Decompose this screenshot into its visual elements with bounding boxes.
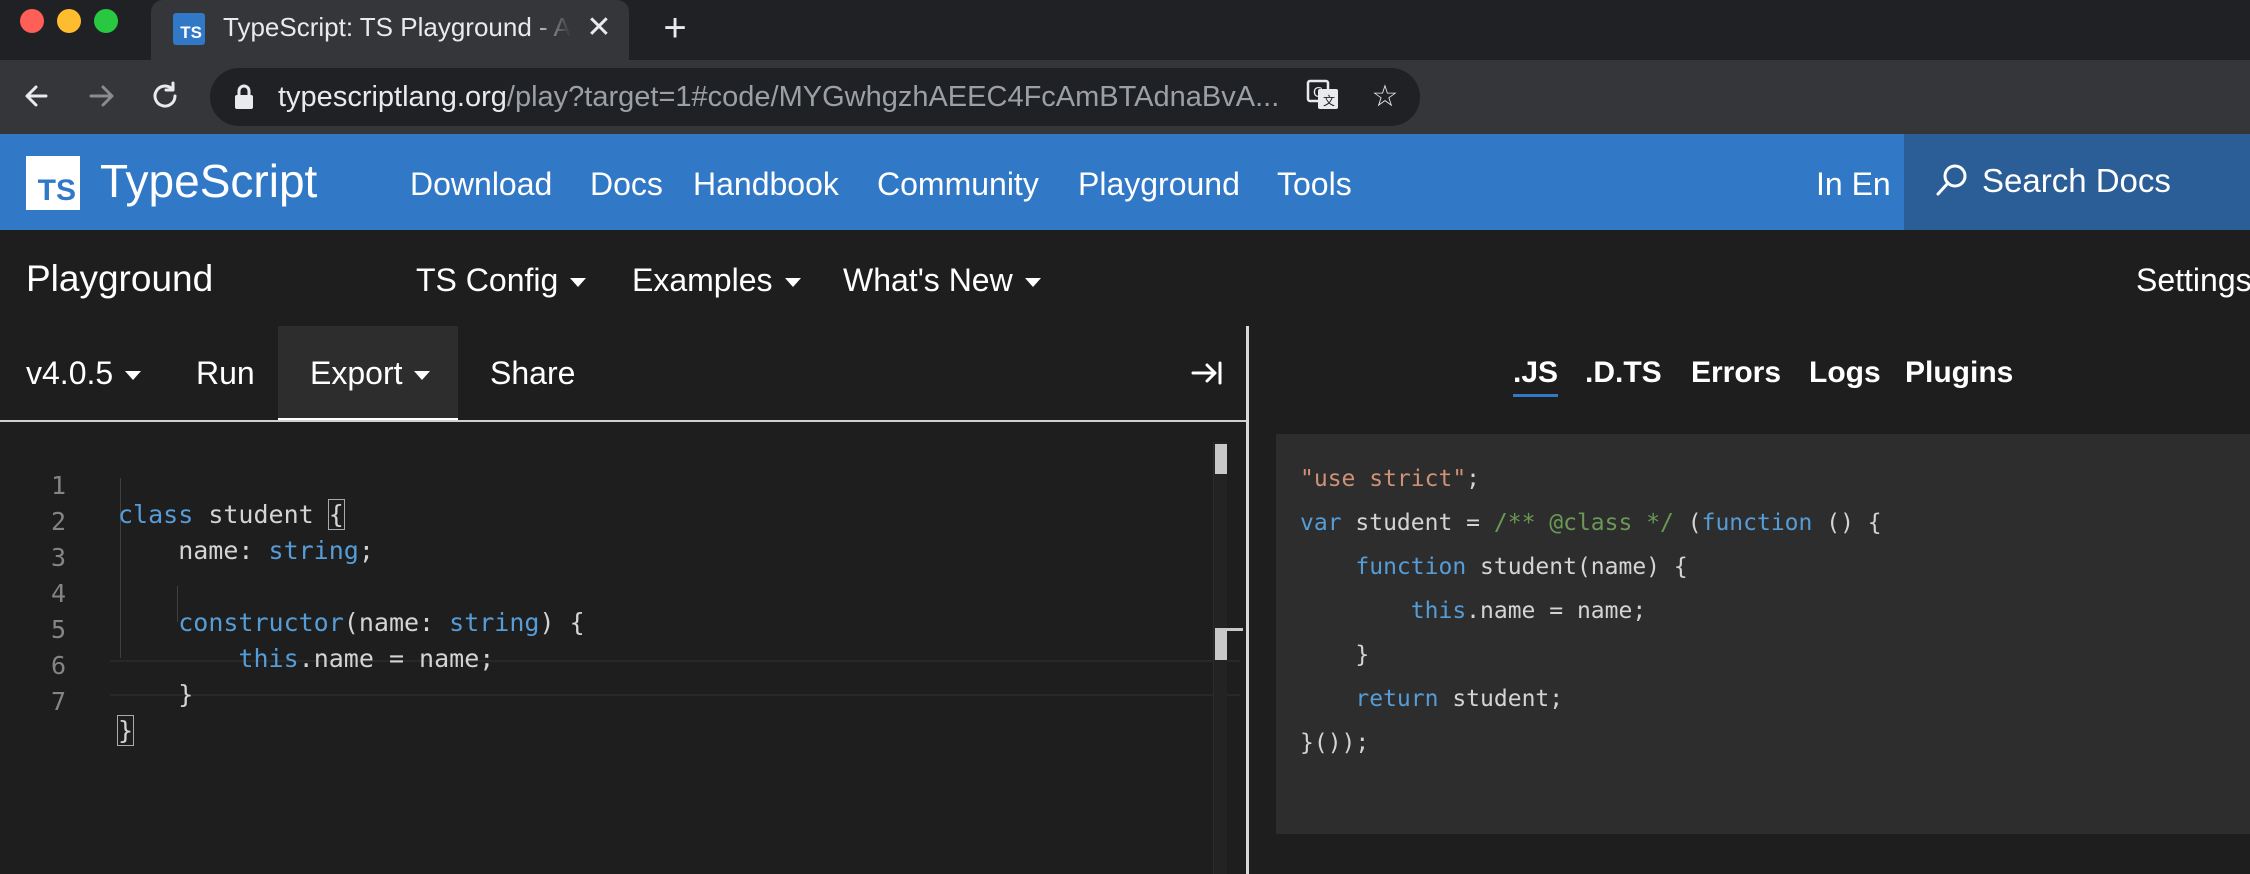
code-line: 5 this.name = name; [0, 586, 1246, 673]
ts-config-menu[interactable]: TS Config [416, 262, 587, 299]
whats-new-label: What's New [843, 262, 1013, 298]
run-button[interactable]: Run [196, 326, 255, 420]
output-line: this.name = name; [1410, 598, 1647, 624]
tab-errors[interactable]: Errors [1691, 356, 1781, 390]
url-text[interactable]: typescriptlang.org/play?target=1#code/MY… [278, 81, 1278, 114]
tab-plugins[interactable]: Plugins [1905, 356, 2013, 390]
back-arrow-icon[interactable] [16, 74, 60, 118]
settings-button[interactable]: Settings [2136, 262, 2250, 299]
code-line: 3 [0, 514, 1246, 572]
new-tab-button[interactable]: + [655, 8, 695, 48]
tab-js[interactable]: .JS [1513, 356, 1559, 397]
output-line: }()); [1300, 730, 1370, 756]
nav-link-tools[interactable]: Tools [1277, 166, 1352, 203]
output-tabs: .JS .D.TS Errors Logs Plugins [1249, 326, 2250, 422]
forward-arrow-icon[interactable] [79, 74, 123, 118]
close-tab-icon[interactable]: ✕ [581, 10, 617, 46]
export-button[interactable]: Export [278, 326, 458, 420]
page-title: Playground [26, 258, 214, 299]
translate-icon[interactable]: G文 [1304, 78, 1342, 116]
output-line: } [1300, 642, 1370, 668]
bookmark-star-icon[interactable]: ☆ [1366, 78, 1404, 116]
reload-icon[interactable] [143, 74, 187, 118]
browser-tab-active[interactable]: TS TypeScript: TS Playground - An online… [151, 0, 629, 60]
share-button[interactable]: Share [490, 326, 575, 420]
playground-bar: Playground TS Config Examples What's New… [0, 230, 2250, 326]
scrollbar-cursor-marker [1215, 630, 1227, 660]
zoom-window-button[interactable] [94, 9, 118, 33]
search-docs-button[interactable]: Search Docs [1904, 134, 2250, 230]
output-line: return student; [1355, 686, 1564, 712]
browser-tab-bar: TS TypeScript: TS Playground - An online… [0, 0, 2250, 60]
code-line: 2 name: string; [0, 478, 1246, 565]
address-bar[interactable]: typescriptlang.org/play?target=1#code/MY… [210, 68, 1420, 126]
output-line: "use strict"; [1300, 466, 1481, 492]
chevron-down-icon [784, 278, 801, 288]
search-icon [1936, 164, 1967, 196]
output-line: var student = /** @class */ (function ()… [1300, 510, 1882, 536]
url-path: /play?target=1#code/MYGwhgzhAEEC4FcAmBTA… [506, 81, 1278, 113]
ts-config-label: TS Config [416, 262, 559, 298]
typescript-logo-icon[interactable]: TS [26, 156, 80, 210]
site-header: TS TypeScript Download Docs Handbook Com… [0, 134, 2250, 230]
code-line: 1 class student { [0, 442, 1246, 530]
version-label: v4.0.5 [26, 355, 114, 391]
nav-link-handbook[interactable]: Handbook [693, 166, 839, 203]
svg-text:文: 文 [1323, 93, 1335, 108]
svg-text:G: G [1313, 86, 1323, 101]
tab-logs[interactable]: Logs [1809, 356, 1881, 390]
minimize-window-button[interactable] [57, 9, 81, 33]
version-select[interactable]: v4.0.5 [26, 326, 142, 420]
examples-menu[interactable]: Examples [632, 262, 801, 299]
code-editor[interactable]: 1 class student { 2 name: string; 3 4 co… [0, 442, 1246, 874]
tab-dts[interactable]: .D.TS [1585, 356, 1662, 390]
site-logo-text[interactable]: TypeScript [100, 154, 317, 208]
whats-new-menu[interactable]: What's New [843, 262, 1041, 299]
chevron-down-icon [414, 371, 431, 381]
output-line: function student(name) { [1355, 554, 1688, 580]
editor-toolbar: v4.0.5 Run Export Share [0, 326, 1246, 422]
lock-icon[interactable] [234, 84, 254, 110]
nav-link-community[interactable]: Community [877, 166, 1039, 203]
url-host: typescriptlang.org [278, 81, 507, 113]
nav-link-download[interactable]: Download [410, 166, 552, 203]
collapse-sidebar-icon[interactable] [1190, 356, 1224, 390]
search-docs-label: Search Docs [1982, 162, 2171, 199]
typescript-favicon-icon: TS [173, 13, 205, 45]
code-text: } [116, 715, 135, 746]
tab-title: TypeScript: TS Playground - An online ed… [223, 12, 571, 42]
export-label: Export [310, 355, 403, 391]
code-line: 6 } [0, 622, 1246, 709]
code-line: 4 constructor(name: string) { [0, 550, 1246, 637]
code-line: 7 } [0, 658, 1246, 746]
close-window-button[interactable] [20, 9, 44, 33]
chevron-down-icon [125, 371, 142, 381]
examples-label: Examples [632, 262, 773, 298]
line-number: 7 [50, 687, 66, 716]
browser-toolbar: typescriptlang.org/play?target=1#code/MY… [0, 60, 2250, 180]
scrollbar-thumb[interactable] [1215, 444, 1227, 474]
language-switcher[interactable]: In En [1816, 166, 1891, 203]
nav-link-docs[interactable]: Docs [590, 166, 663, 203]
nav-link-playground[interactable]: Playground [1078, 166, 1240, 203]
chevron-down-icon [570, 278, 587, 288]
chevron-down-icon [1024, 278, 1041, 288]
js-output-panel[interactable]: "use strict"; var student = /** @class *… [1276, 434, 2250, 834]
